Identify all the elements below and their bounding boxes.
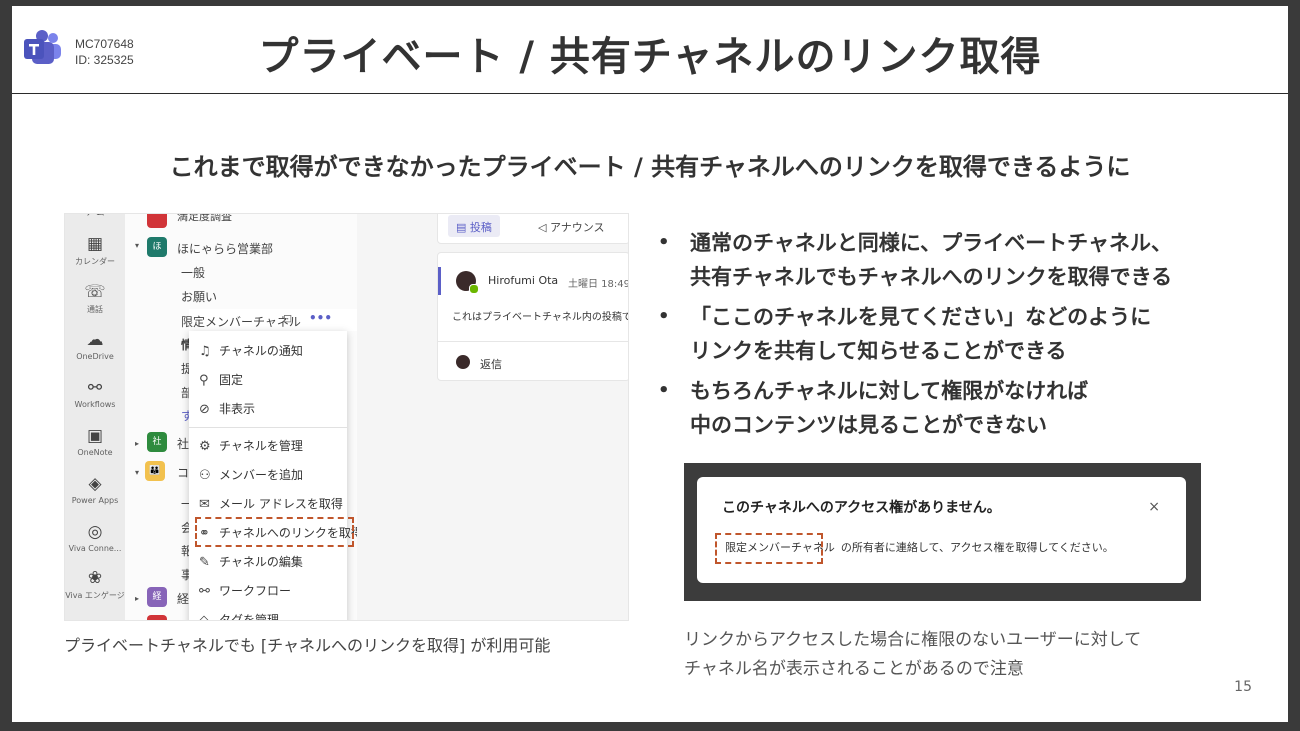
bullet-item: • もちろんチャネルに対して権限がなければ 中のコンテンツは見ることができない <box>656 374 1276 442</box>
card-divider <box>438 341 628 342</box>
unread-bar <box>438 267 441 295</box>
rail-calls[interactable]: ☏ 通話 <box>65 282 125 315</box>
add-member-icon: ⚇ <box>199 468 211 483</box>
rail-cut-item: ア ム <box>65 214 125 220</box>
post-icon: ▤ <box>456 221 467 234</box>
team-name[interactable]: 社 <box>177 435 189 452</box>
tab-post[interactable]: ▤ 投稿 <box>456 219 492 235</box>
highlight-box <box>715 533 823 564</box>
chevron-right-icon[interactable]: ▸ <box>135 439 139 448</box>
channel-item-cut[interactable]: 満足度調査 <box>177 214 232 224</box>
app-rail: ア ム ▦カレンダー ☏通話 ☁OneDrive ⚯Workflows ▣One… <box>65 214 125 620</box>
bullet-dot: • <box>658 380 670 401</box>
channel-item-general[interactable]: 一般 <box>181 264 205 281</box>
hide-icon: ⊘ <box>199 402 210 417</box>
rail-onedrive[interactable]: ☁ OneDrive <box>65 330 125 361</box>
team-name[interactable]: ほにゃらら営業部 <box>177 240 273 257</box>
team-avatar: ほ <box>147 237 167 257</box>
team-avatar <box>147 615 167 620</box>
pin-icon: ⚲ <box>199 373 209 388</box>
chevron-down-icon[interactable]: ▾ <box>135 468 139 477</box>
team-avatar: 👪 <box>145 461 165 481</box>
channel-context-menu: ♫ チャネルの通知 ⚲ 固定 ⊘ 非表示 ⚙ チャネルを管理 ⚇ メンバーを追加 ✉ メール… <box>189 331 363 621</box>
page-number: 15 <box>1234 679 1252 695</box>
header: MC707648 ID: 325325 プライベート / 共有チャネルのリンク取… <box>12 6 1288 94</box>
bullet-item: • 通常のチャネルと同様に、プライベートチャネル、 共有チャネルでもチャネルへのリン… <box>656 226 1276 294</box>
lock-icon: ⊡ <box>283 312 293 325</box>
screenshot-caption: プライベートチャネルでも [チャネルへのリンクを取得] が利用可能 <box>64 636 551 655</box>
menu-item-edit-channel[interactable]: ✎ チャネルの編集 <box>199 553 303 570</box>
viva-engage-icon: ❀ <box>87 568 103 588</box>
rail-power-apps[interactable]: ◈ Power Apps <box>65 474 125 505</box>
tab-bar: ▤ 投稿 ◁ アナウンス <box>437 214 628 244</box>
bullet-dot: • <box>658 306 670 327</box>
avatar <box>456 355 470 369</box>
access-denied-screenshot: このチャネルへのアクセス権がありません。 × 限定メンバーチャネル の所有者に連絡… <box>684 463 1201 601</box>
rail-workflows[interactable]: ⚯ Workflows <box>65 378 125 409</box>
menu-item-pin[interactable]: ⚲ 固定 <box>199 371 243 388</box>
more-options-icon[interactable]: ••• <box>309 311 332 325</box>
bullet-list: • 通常のチャネルと同様に、プライベートチャネル、 共有チャネルでもチャネルへのリン… <box>656 226 1276 448</box>
team-avatar: 経 <box>147 587 167 607</box>
presence-icon <box>469 284 479 294</box>
rail-viva-connections[interactable]: ◎ Viva Conne... <box>65 522 125 553</box>
onenote-icon: ▣ <box>86 426 104 446</box>
bell-icon: ♫ <box>199 344 211 359</box>
chevron-down-icon[interactable]: ▾ <box>135 241 139 250</box>
dialog-title: このチャネルへのアクセス権がありません。 <box>722 500 1001 516</box>
menu-item-manage-tags[interactable]: ◇ タグを管理 <box>199 611 279 621</box>
edit-icon: ✎ <box>199 555 210 570</box>
page-title: プライベート / 共有チャネルのリンク取得 <box>258 34 1042 80</box>
channel-feed: ▤ 投稿 ◁ アナウンス Hirofumi Ota 土曜日 18:49 これはプ… <box>357 214 628 620</box>
megaphone-icon: ◁ <box>538 221 547 234</box>
viva-connections-icon: ◎ <box>87 522 103 542</box>
power-apps-icon: ◈ <box>88 474 102 494</box>
bullet-item: • 「ここのチャネルを見てください」などのように リンクを共有して知らせることができ… <box>656 300 1276 368</box>
menu-item-get-email[interactable]: ✉ メール アドレスを取得 <box>199 495 343 512</box>
tab-announcement[interactable]: ◁ アナウンス <box>538 219 605 235</box>
menu-item-workflow[interactable]: ⚯ ワークフロー <box>199 582 291 599</box>
call-icon: ☏ <box>84 282 106 302</box>
menu-item-notifications[interactable]: ♫ チャネルの通知 <box>199 342 303 359</box>
slide: MC707648 ID: 325325 プライベート / 共有チャネルのリンク取… <box>12 6 1288 722</box>
message-card: Hirofumi Ota 土曜日 18:49 これはプライベートチャネル内の投稿… <box>437 252 629 381</box>
subtitle: これまで取得ができなかったプライベート / 共有チャネルへのリンクを取得できるよ… <box>169 153 1131 181</box>
workflows-icon: ⚯ <box>87 378 103 398</box>
message-author: Hirofumi Ota <box>488 274 559 287</box>
onedrive-icon: ☁ <box>86 330 104 350</box>
chevron-right-icon[interactable]: ▸ <box>135 594 139 603</box>
rail-onenote[interactable]: ▣ OneNote <box>65 426 125 457</box>
team-avatar <box>147 214 167 228</box>
message-body: これはプライベートチャネル内の投稿です <box>452 312 629 323</box>
rail-viva-engage[interactable]: ❀ Viva エンゲージ <box>65 568 125 601</box>
channel-item-request[interactable]: お願い <box>181 288 217 305</box>
rail-calendar[interactable]: ▦ カレンダー <box>65 234 125 267</box>
dialog-message: の所有者に連絡して、アクセス権を取得してください。 <box>840 541 1114 554</box>
mail-icon: ✉ <box>199 497 210 512</box>
message-time: 土曜日 18:49 <box>568 279 629 290</box>
workflow-icon: ⚯ <box>199 584 210 599</box>
reply-button[interactable]: 返信 <box>480 356 502 372</box>
gear-icon: ⚙ <box>199 439 211 454</box>
tag-icon: ◇ <box>199 613 209 621</box>
bullet-dot: • <box>658 232 670 253</box>
teams-screenshot: ア ム ▦カレンダー ☏通話 ☁OneDrive ⚯Workflows ▣One… <box>64 213 629 621</box>
menu-item-manage-channel[interactable]: ⚙ チャネルを管理 <box>199 437 303 454</box>
caution-note: リンクからアクセスした場合に権限のないユーザーに対して チャネル名が表示されるこ… <box>684 630 1142 679</box>
menu-item-hide[interactable]: ⊘ 非表示 <box>199 400 255 417</box>
close-icon[interactable]: × <box>1148 499 1160 515</box>
highlight-box <box>195 517 354 547</box>
team-name[interactable]: 経 <box>177 590 189 607</box>
access-denied-dialog: このチャネルへのアクセス権がありません。 × 限定メンバーチャネル の所有者に連絡… <box>697 477 1186 583</box>
menu-item-add-member[interactable]: ⚇ メンバーを追加 <box>199 466 303 483</box>
menu-divider <box>189 427 347 428</box>
team-avatar: 社 <box>147 432 167 452</box>
calendar-icon: ▦ <box>86 234 104 254</box>
